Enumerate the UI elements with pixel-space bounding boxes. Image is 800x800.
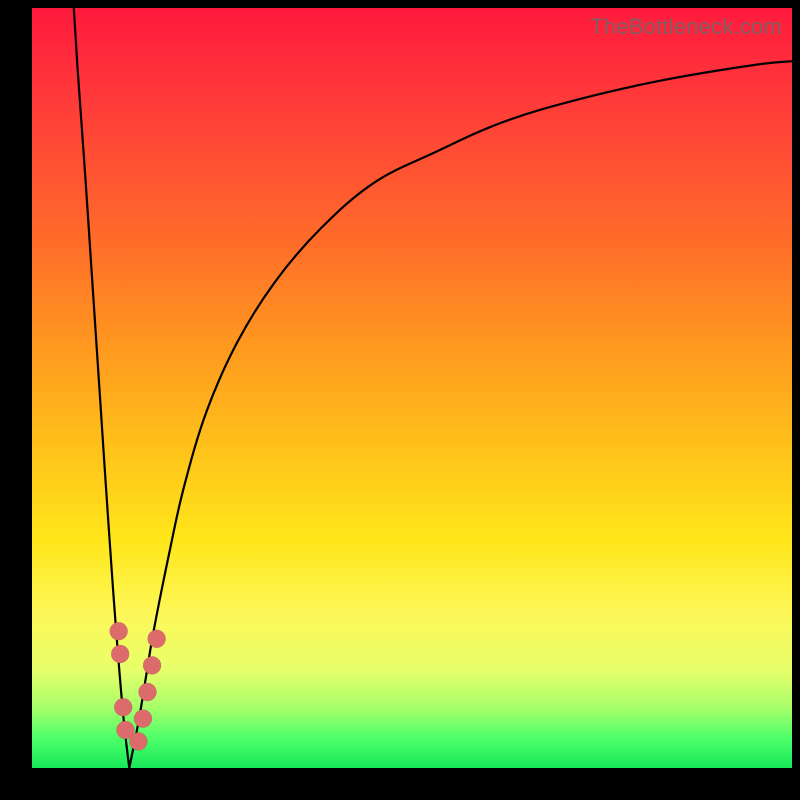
- data-marker: [139, 683, 157, 701]
- data-marker: [129, 732, 147, 750]
- chart-frame: TheBottleneck.com: [0, 0, 800, 800]
- curve-right-branch: [129, 61, 792, 768]
- plot-area: TheBottleneck.com: [32, 8, 792, 768]
- data-marker: [134, 710, 152, 728]
- data-marker: [114, 698, 132, 716]
- data-marker: [110, 622, 128, 640]
- data-marker: [148, 630, 166, 648]
- curve-layer: [32, 8, 792, 768]
- data-marker: [111, 645, 129, 663]
- data-marker: [143, 656, 161, 674]
